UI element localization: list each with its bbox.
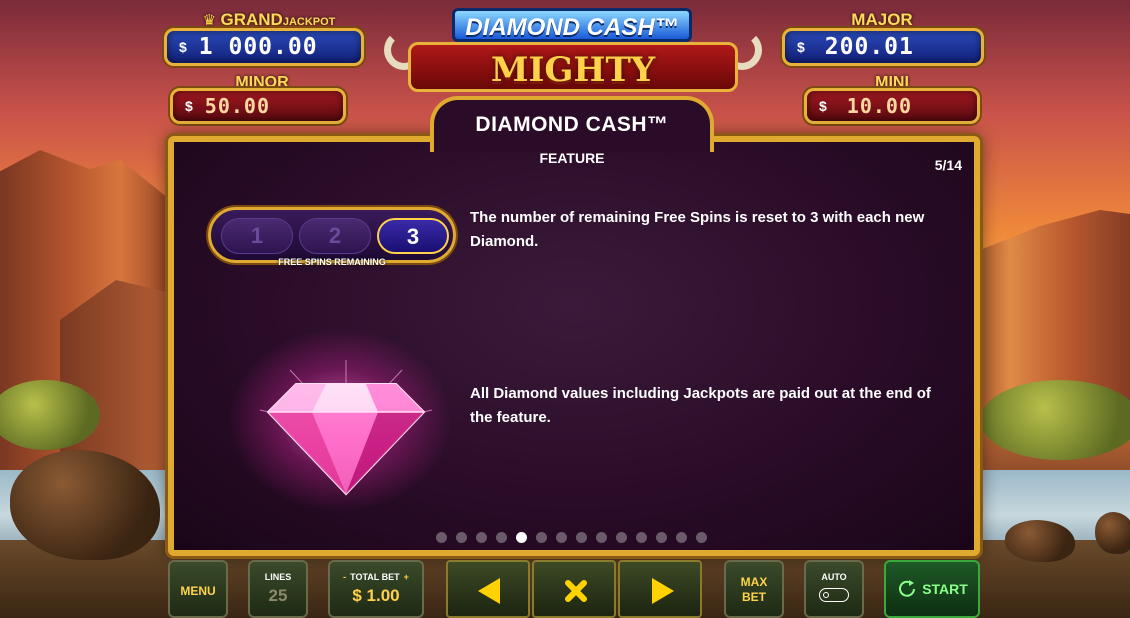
- arrow-left-icon: [478, 578, 500, 604]
- auto-toggle[interactable]: [819, 588, 849, 602]
- buffalo-right-far: [1095, 512, 1130, 554]
- grand-jackpot-panel: $ 1 000.00: [164, 28, 364, 66]
- total-bet-plus[interactable]: +: [404, 572, 409, 582]
- lines-display: LINES 25: [248, 560, 308, 618]
- arrow-right-icon: [652, 578, 674, 604]
- mini-jackpot-panel: $ 10.00: [804, 88, 980, 124]
- total-bet-minus[interactable]: -: [343, 572, 346, 582]
- pagination-dot-5[interactable]: [516, 532, 527, 543]
- grand-jackpot-amount: 1 000.00: [198, 34, 318, 60]
- total-bet-value: $ 1.00: [352, 586, 400, 605]
- page-counter: 5/14: [934, 157, 962, 173]
- pagination-dot-9[interactable]: [596, 532, 607, 543]
- pagination-dot-10[interactable]: [616, 532, 627, 543]
- logo-diamond-cash: DIAMOND CASH™: [452, 8, 692, 42]
- free-spins-pill-3: 3: [377, 218, 449, 254]
- start-button[interactable]: START: [884, 560, 980, 618]
- major-jackpot-panel: $ 200.01: [782, 28, 984, 66]
- pagination-dot-2[interactable]: [456, 532, 467, 543]
- pagination-dot-8[interactable]: [576, 532, 587, 543]
- major-jackpot-label: MAJOR: [851, 10, 913, 29]
- pagination-dot-11[interactable]: [636, 532, 647, 543]
- bush: [980, 380, 1130, 460]
- pagination-dots: [436, 532, 707, 543]
- pagination-dot-1[interactable]: [436, 532, 447, 543]
- refresh-icon: [899, 580, 916, 597]
- grand-jackpot-label: ♛ GRANDJACKPOT: [202, 10, 336, 29]
- free-spins-pill-2: 2: [299, 218, 371, 254]
- auto-toggle-knob: [823, 592, 829, 598]
- crown-icon: ♛: [202, 12, 217, 29]
- max-bet-button[interactable]: MAX BET: [724, 560, 784, 618]
- pagination-dot-13[interactable]: [676, 532, 687, 543]
- dialog-subtitle: FEATURE: [539, 150, 605, 166]
- lines-value: 25: [268, 586, 288, 605]
- menu-button[interactable]: MENU: [168, 560, 228, 618]
- pagination-dot-7[interactable]: [556, 532, 567, 543]
- major-jackpot-amount: 200.01: [824, 34, 914, 60]
- dialog-title: DIAMOND CASH™: [475, 113, 669, 136]
- pagination-dot-4[interactable]: [496, 532, 507, 543]
- diamond-icon: [260, 360, 432, 496]
- minor-jackpot-amount: 50.00: [204, 94, 271, 118]
- free-spins-indicator: 1 2 3: [208, 207, 456, 263]
- auto-play-button[interactable]: AUTO: [804, 560, 864, 618]
- paragraph-free-spins-reset: The number of remaining Free Spins is re…: [470, 209, 925, 250]
- free-spins-pill-1: 1: [221, 218, 293, 254]
- pagination-dot-14[interactable]: [696, 532, 707, 543]
- free-spins-remaining-label: FREE SPINS REMAINING: [278, 257, 386, 267]
- paragraph-diamond-payout: All Diamond values including Jackpots ar…: [470, 385, 931, 426]
- logo-mighty-buffalo: MIGHTY BUFFALO: [408, 42, 738, 140]
- previous-page-button[interactable]: [446, 560, 530, 618]
- total-bet-control: - TOTAL BET + $ 1.00: [328, 560, 424, 618]
- minor-jackpot-panel: $ 50.00: [170, 88, 346, 124]
- close-icon: [565, 580, 587, 602]
- pagination-dot-12[interactable]: [656, 532, 667, 543]
- pagination-dot-3[interactable]: [476, 532, 487, 543]
- mini-jackpot-amount: 10.00: [846, 94, 913, 118]
- pagination-dot-6[interactable]: [536, 532, 547, 543]
- close-button[interactable]: [532, 560, 616, 618]
- buffalo-right: [1005, 520, 1075, 562]
- next-page-button[interactable]: [618, 560, 702, 618]
